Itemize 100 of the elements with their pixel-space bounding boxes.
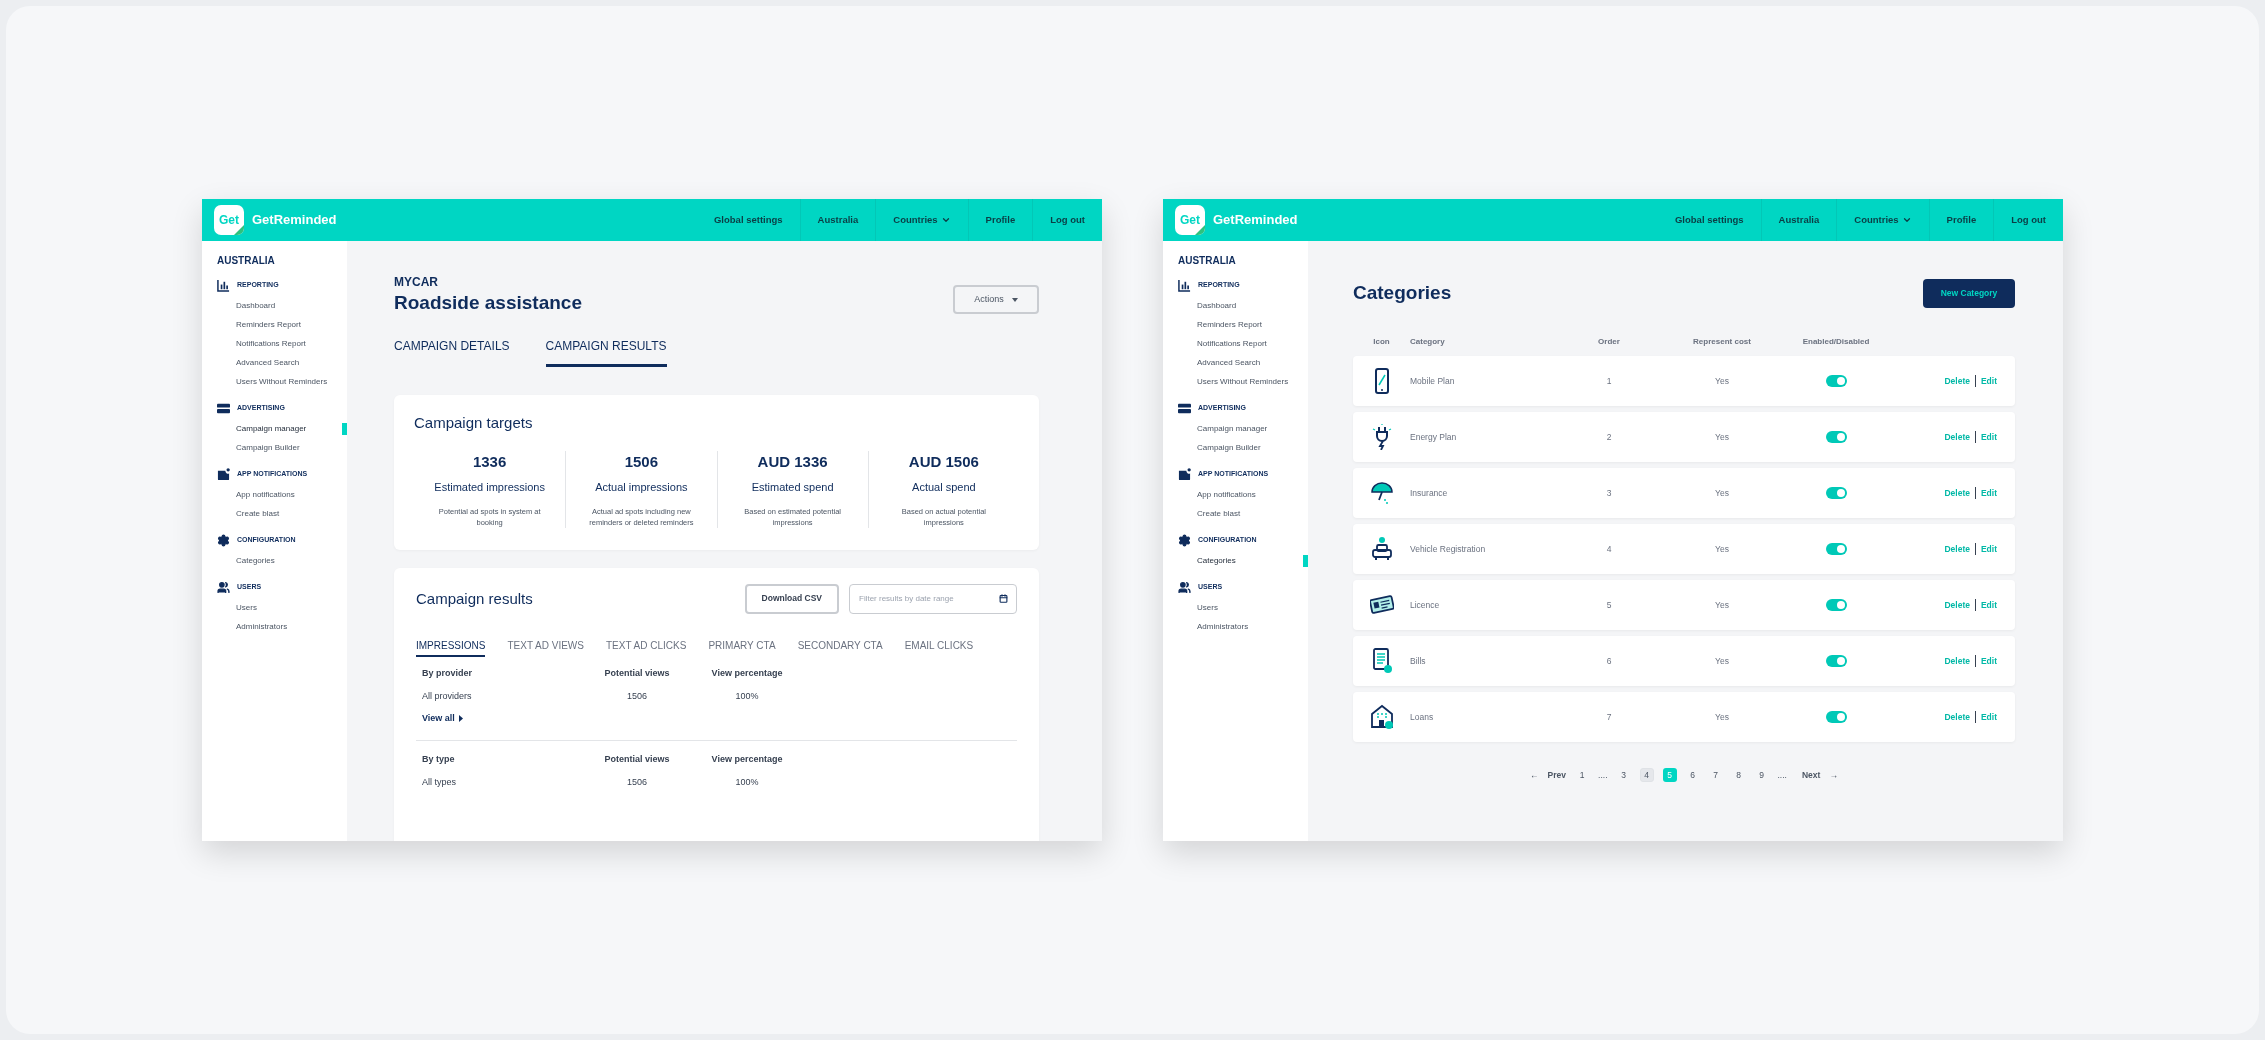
date-range-field[interactable]: Filter results by date range bbox=[849, 583, 1017, 614]
next-link[interactable]: Next bbox=[1801, 768, 1821, 782]
nav-link[interactable]: Global settings bbox=[1658, 199, 1761, 241]
column-header: By provider bbox=[422, 666, 473, 680]
table-cell: Yes bbox=[1715, 486, 1729, 500]
table-cell: 3 bbox=[1606, 486, 1612, 500]
sidebar-link[interactable]: Categories bbox=[217, 554, 275, 567]
sidebar-link[interactable]: Reminders Report bbox=[217, 318, 301, 331]
prev-arrow[interactable]: ← bbox=[1530, 768, 1539, 782]
settings-icon bbox=[1178, 533, 1191, 547]
sidebar-link[interactable]: Campaign Builder bbox=[1178, 441, 1261, 454]
page-link[interactable]: 3 bbox=[1616, 768, 1631, 782]
tab[interactable]: IMPRESSIONS bbox=[416, 637, 486, 657]
ellipsis: .... bbox=[1777, 768, 1787, 782]
tab[interactable]: PRIMARY CTA bbox=[708, 637, 776, 657]
stat-value: 1506 bbox=[624, 451, 659, 472]
caret-icon bbox=[1011, 297, 1018, 302]
table-cell: 5 bbox=[1606, 598, 1612, 612]
toggle-switch[interactable] bbox=[1825, 655, 1847, 667]
actions-dropdown[interactable]: Actions bbox=[953, 285, 1039, 314]
card-title: Campaign results bbox=[416, 588, 533, 609]
nav-link[interactable]: Global settings bbox=[697, 199, 800, 241]
sidebar-link[interactable]: Reminders Report bbox=[1178, 318, 1262, 331]
ellipsis: .... bbox=[1598, 768, 1608, 782]
next-arrow[interactable]: → bbox=[1829, 768, 1838, 782]
column-header: Enabled/Disabled bbox=[1802, 336, 1870, 348]
tab[interactable]: CAMPAIGN RESULTS bbox=[545, 336, 667, 367]
view-all-link[interactable]: View all bbox=[422, 711, 463, 726]
sidebar-link[interactable]: Campaign Builder bbox=[217, 441, 300, 454]
tab[interactable]: TEXT AD VIEWS bbox=[507, 637, 584, 657]
umbrella-icon bbox=[1369, 480, 1394, 506]
table-cell: 6 bbox=[1606, 654, 1612, 668]
table-cell: Yes bbox=[1715, 654, 1729, 668]
prev-link[interactable]: Prev bbox=[1547, 768, 1567, 782]
toggle-switch[interactable] bbox=[1825, 375, 1847, 387]
bar-chart-icon bbox=[1178, 278, 1191, 292]
toggle-switch[interactable] bbox=[1825, 543, 1847, 555]
table-cell: 100% bbox=[735, 776, 759, 790]
page-link[interactable]: 9 bbox=[1754, 768, 1769, 782]
sidebar-link[interactable]: Campaign manager bbox=[217, 422, 307, 435]
page-link[interactable]: 6 bbox=[1685, 768, 1700, 782]
sidebar-link[interactable]: Users Without Reminders bbox=[217, 375, 328, 388]
bar-chart-icon bbox=[217, 278, 230, 292]
table-cell: Yes bbox=[1715, 430, 1729, 444]
tab[interactable]: SECONDARY CTA bbox=[797, 637, 883, 657]
column-header: View percentage bbox=[711, 666, 783, 680]
sidebar-link[interactable]: Create blast bbox=[217, 507, 280, 520]
sidebar-link[interactable]: Notifications Report bbox=[1178, 337, 1267, 350]
stat-label: Estimated impressions bbox=[434, 480, 545, 496]
tab[interactable]: EMAIL CLICKS bbox=[904, 637, 974, 657]
sidebar-link[interactable]: App notifications bbox=[1178, 488, 1256, 501]
tab[interactable]: TEXT AD CLICKS bbox=[605, 637, 687, 657]
table-cell-text: All types bbox=[422, 776, 457, 790]
table-cell: 7 bbox=[1606, 710, 1612, 724]
country-label: AUSTRALIA bbox=[217, 254, 276, 268]
toggle-switch[interactable] bbox=[1825, 431, 1847, 443]
sidebar-link[interactable]: Advanced Search bbox=[1178, 356, 1261, 369]
sidebar-link[interactable]: Dashboard bbox=[217, 299, 276, 312]
page-link[interactable]: 8 bbox=[1731, 768, 1746, 782]
sidebar-link[interactable]: Dashboard bbox=[1178, 299, 1237, 312]
tab[interactable]: CAMPAIGN DETAILS bbox=[394, 336, 510, 367]
table-cell: 2 bbox=[1606, 430, 1612, 444]
stat-value: 1336 bbox=[472, 451, 507, 472]
campaign-title: Roadside assistance bbox=[394, 291, 582, 315]
sidebar-link[interactable]: Administrators bbox=[1178, 620, 1249, 633]
car-icon bbox=[1369, 536, 1394, 562]
sidebar-link[interactable]: Users bbox=[217, 601, 257, 614]
page-link[interactable]: 1 bbox=[1575, 768, 1590, 782]
sidebar-link[interactable]: Campaign manager bbox=[1178, 422, 1268, 435]
stat-label: Actual spend bbox=[912, 480, 976, 496]
column-header: Represent cost bbox=[1693, 336, 1751, 348]
sidebar-link[interactable]: Create blast bbox=[1178, 507, 1241, 520]
table-cell-text: All providers bbox=[422, 690, 473, 704]
sidebar-link[interactable]: Users Without Reminders bbox=[1178, 375, 1289, 388]
sidebar-link[interactable]: Notifications Report bbox=[217, 337, 306, 350]
stat-label: Estimated spend bbox=[751, 480, 834, 496]
country-label: AUSTRALIA bbox=[1178, 254, 1237, 268]
note-icon bbox=[217, 467, 230, 481]
sidebar-link[interactable]: Users bbox=[1178, 601, 1218, 614]
column-header: Icon bbox=[1373, 336, 1390, 348]
chevron-down-icon bbox=[1901, 215, 1912, 225]
table-cell: Yes bbox=[1715, 598, 1729, 612]
new-category-button[interactable]: New Category bbox=[1923, 279, 2015, 308]
column-header: Category bbox=[1410, 336, 1446, 348]
toggle-switch[interactable] bbox=[1825, 599, 1847, 611]
sidebar-link[interactable]: Administrators bbox=[217, 620, 288, 633]
card-title: Campaign targets bbox=[414, 413, 533, 431]
page-title: Categories bbox=[1353, 281, 1452, 306]
toggle-switch[interactable] bbox=[1825, 711, 1847, 723]
sidebar-link[interactable]: App notifications bbox=[217, 488, 295, 501]
selection-marker bbox=[1303, 554, 1308, 567]
calendar-icon bbox=[999, 594, 1008, 604]
sidebar-link[interactable]: Categories bbox=[1178, 554, 1236, 567]
page-link[interactable]: 7 bbox=[1708, 768, 1723, 782]
toggle-switch[interactable] bbox=[1825, 487, 1847, 499]
sidebar-link[interactable]: Advanced Search bbox=[217, 356, 300, 369]
page-link[interactable]: 4 bbox=[1639, 768, 1654, 782]
download-csv-button[interactable]: Download CSV bbox=[744, 583, 839, 614]
card-icon bbox=[1178, 401, 1191, 415]
column-header: By type bbox=[422, 752, 456, 766]
